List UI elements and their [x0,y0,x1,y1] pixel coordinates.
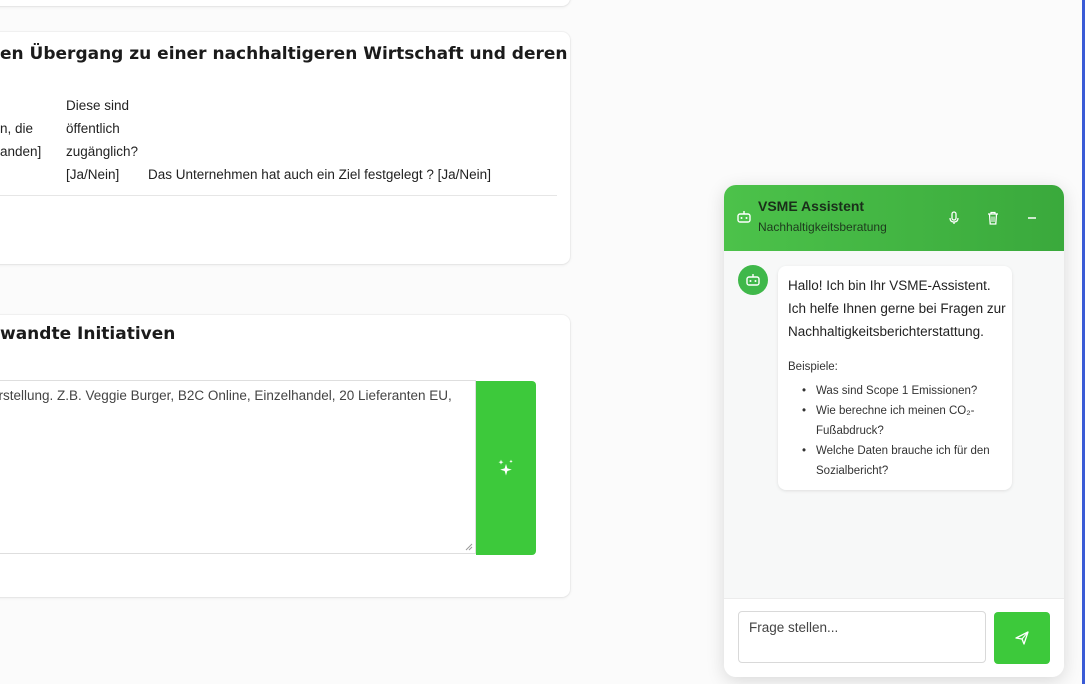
chat-title: VSME Assistent [758,198,865,214]
chat-input-placeholder: Frage stellen... [749,620,839,635]
table-divider [0,195,557,196]
table-header-public-line4: [Ja/Nein] [66,167,120,182]
bot-avatar [738,265,768,295]
examples-list: Was sind Scope 1 Emissionen? Wie berechn… [802,381,1006,481]
message-text: Hallo! Ich bin Ihr VSME-Assistent. Ich h… [788,278,1006,339]
resize-grip-icon[interactable] [465,543,473,551]
chat-header: VSME Assistent Nachhaltigkeitsberatung [724,185,1064,251]
ai-generate-button[interactable] [476,381,536,555]
table-header-public-line1: Diese sind [66,98,130,113]
table-header-public-line3: zugänglich? [66,144,139,159]
trash-icon[interactable] [985,210,1001,226]
table-header-target: Das Unternehmen hat auch ein Ziel festge… [148,167,491,182]
example-item[interactable]: Wie berechne ich meinen CO₂-Fußabdruck? [802,401,1006,441]
chat-footer: Frage stellen... [724,598,1064,677]
chat-widget: VSME Assistent Nachhaltigkeitsberatung H… [724,185,1064,677]
assistant-message: Hallo! Ich bin Ihr VSME-Assistent. Ich h… [778,266,1012,490]
section-heading: en Übergang zu einer nachhaltigeren Wirt… [0,44,568,64]
table-cell-col1-line2: anden] [0,144,42,159]
robot-icon [746,274,760,286]
example-item[interactable]: Was sind Scope 1 Emissionen? [802,381,1006,401]
section-card-transition: en Übergang zu einer nachhaltigeren Wirt… [0,32,570,264]
initiatives-textarea[interactable]: erstellung. Z.B. Veggie Burger, B2C Onli… [0,380,476,554]
chat-input[interactable]: Frage stellen... [738,611,986,663]
card-previous-section [0,0,570,6]
table-cell-col1-line1: n, die [0,121,34,136]
microphone-icon[interactable] [946,210,962,226]
robot-icon [737,211,751,223]
example-item[interactable]: Welche Daten brauche ich für den Sozialb… [802,441,1006,481]
examples-label: Beispiele: [788,361,838,373]
sparkles-icon [498,459,513,476]
send-button[interactable] [994,612,1050,664]
chat-subtitle: Nachhaltigkeitsberatung [758,220,887,234]
minimize-icon[interactable] [1024,210,1040,226]
section-heading: wandte Initiativen [0,324,176,344]
textarea-value: erstellung. Z.B. Veggie Burger, B2C Onli… [0,388,452,403]
send-icon [1015,631,1029,645]
table-header-public-line2: öffentlich [66,121,120,136]
